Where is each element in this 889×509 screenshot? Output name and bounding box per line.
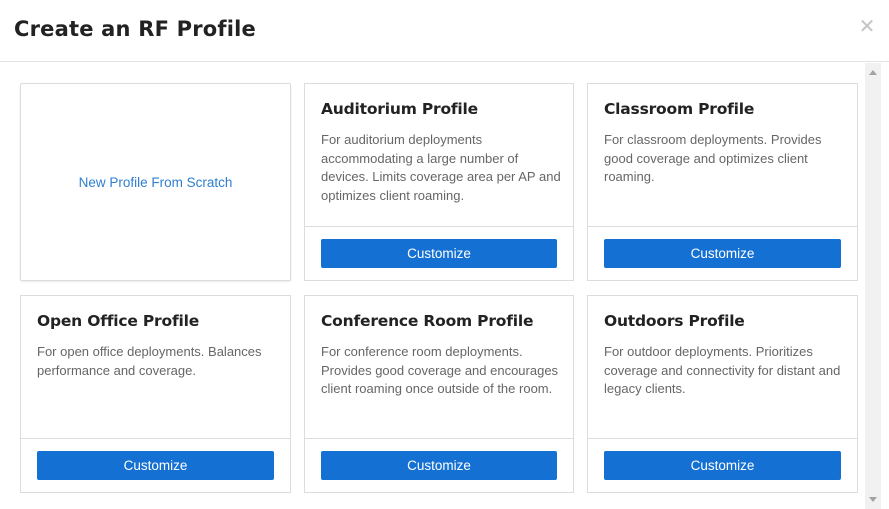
card-description: For classroom deployments. Provides good… bbox=[604, 132, 822, 185]
customize-button[interactable]: Customize bbox=[321, 239, 557, 268]
profile-card-outdoors: Outdoors Profile For outdoor deployments… bbox=[587, 295, 858, 493]
card-title: Classroom Profile bbox=[604, 100, 755, 118]
card-title: Outdoors Profile bbox=[604, 312, 745, 330]
card-description: For open office deployments. Balances pe… bbox=[37, 344, 262, 378]
scroll-down-arrow-icon[interactable] bbox=[865, 493, 881, 507]
dialog-header: Create an RF Profile ✕ bbox=[0, 0, 889, 62]
customize-button[interactable]: Customize bbox=[604, 239, 841, 268]
card-title: Auditorium Profile bbox=[321, 100, 478, 118]
card-description: For auditorium deployments accommodating… bbox=[321, 132, 561, 204]
card-title: Conference Room Profile bbox=[321, 312, 534, 330]
customize-button[interactable]: Customize bbox=[321, 451, 557, 480]
profile-card-auditorium: Auditorium Profile For auditorium deploy… bbox=[304, 83, 574, 281]
card-body: Auditorium Profile For auditorium deploy… bbox=[305, 84, 573, 227]
profile-card-open-office: Open Office Profile For open office depl… bbox=[20, 295, 291, 493]
close-button[interactable]: ✕ bbox=[855, 14, 879, 40]
card-body: Conference Room Profile For conference r… bbox=[305, 296, 573, 439]
dialog-title: Create an RF Profile bbox=[14, 17, 256, 41]
close-icon: ✕ bbox=[858, 16, 876, 38]
card-body: Open Office Profile For open office depl… bbox=[21, 296, 290, 439]
profile-card-conference-room: Conference Room Profile For conference r… bbox=[304, 295, 574, 493]
customize-button[interactable]: Customize bbox=[604, 451, 841, 480]
new-profile-from-scratch-card[interactable]: New Profile From Scratch bbox=[20, 83, 291, 281]
card-body: Classroom Profile For classroom deployme… bbox=[588, 84, 857, 227]
vertical-scrollbar[interactable] bbox=[865, 63, 881, 509]
scroll-up-arrow-icon[interactable] bbox=[865, 66, 881, 80]
profile-card-classroom: Classroom Profile For classroom deployme… bbox=[587, 83, 858, 281]
card-body: Outdoors Profile For outdoor deployments… bbox=[588, 296, 857, 439]
card-description: For conference room deployments. Provide… bbox=[321, 344, 559, 397]
card-title: Open Office Profile bbox=[37, 312, 200, 330]
new-profile-from-scratch-link[interactable]: New Profile From Scratch bbox=[79, 175, 233, 190]
customize-button[interactable]: Customize bbox=[37, 451, 274, 480]
card-description: For outdoor deployments. Prioritizes cov… bbox=[604, 344, 841, 397]
